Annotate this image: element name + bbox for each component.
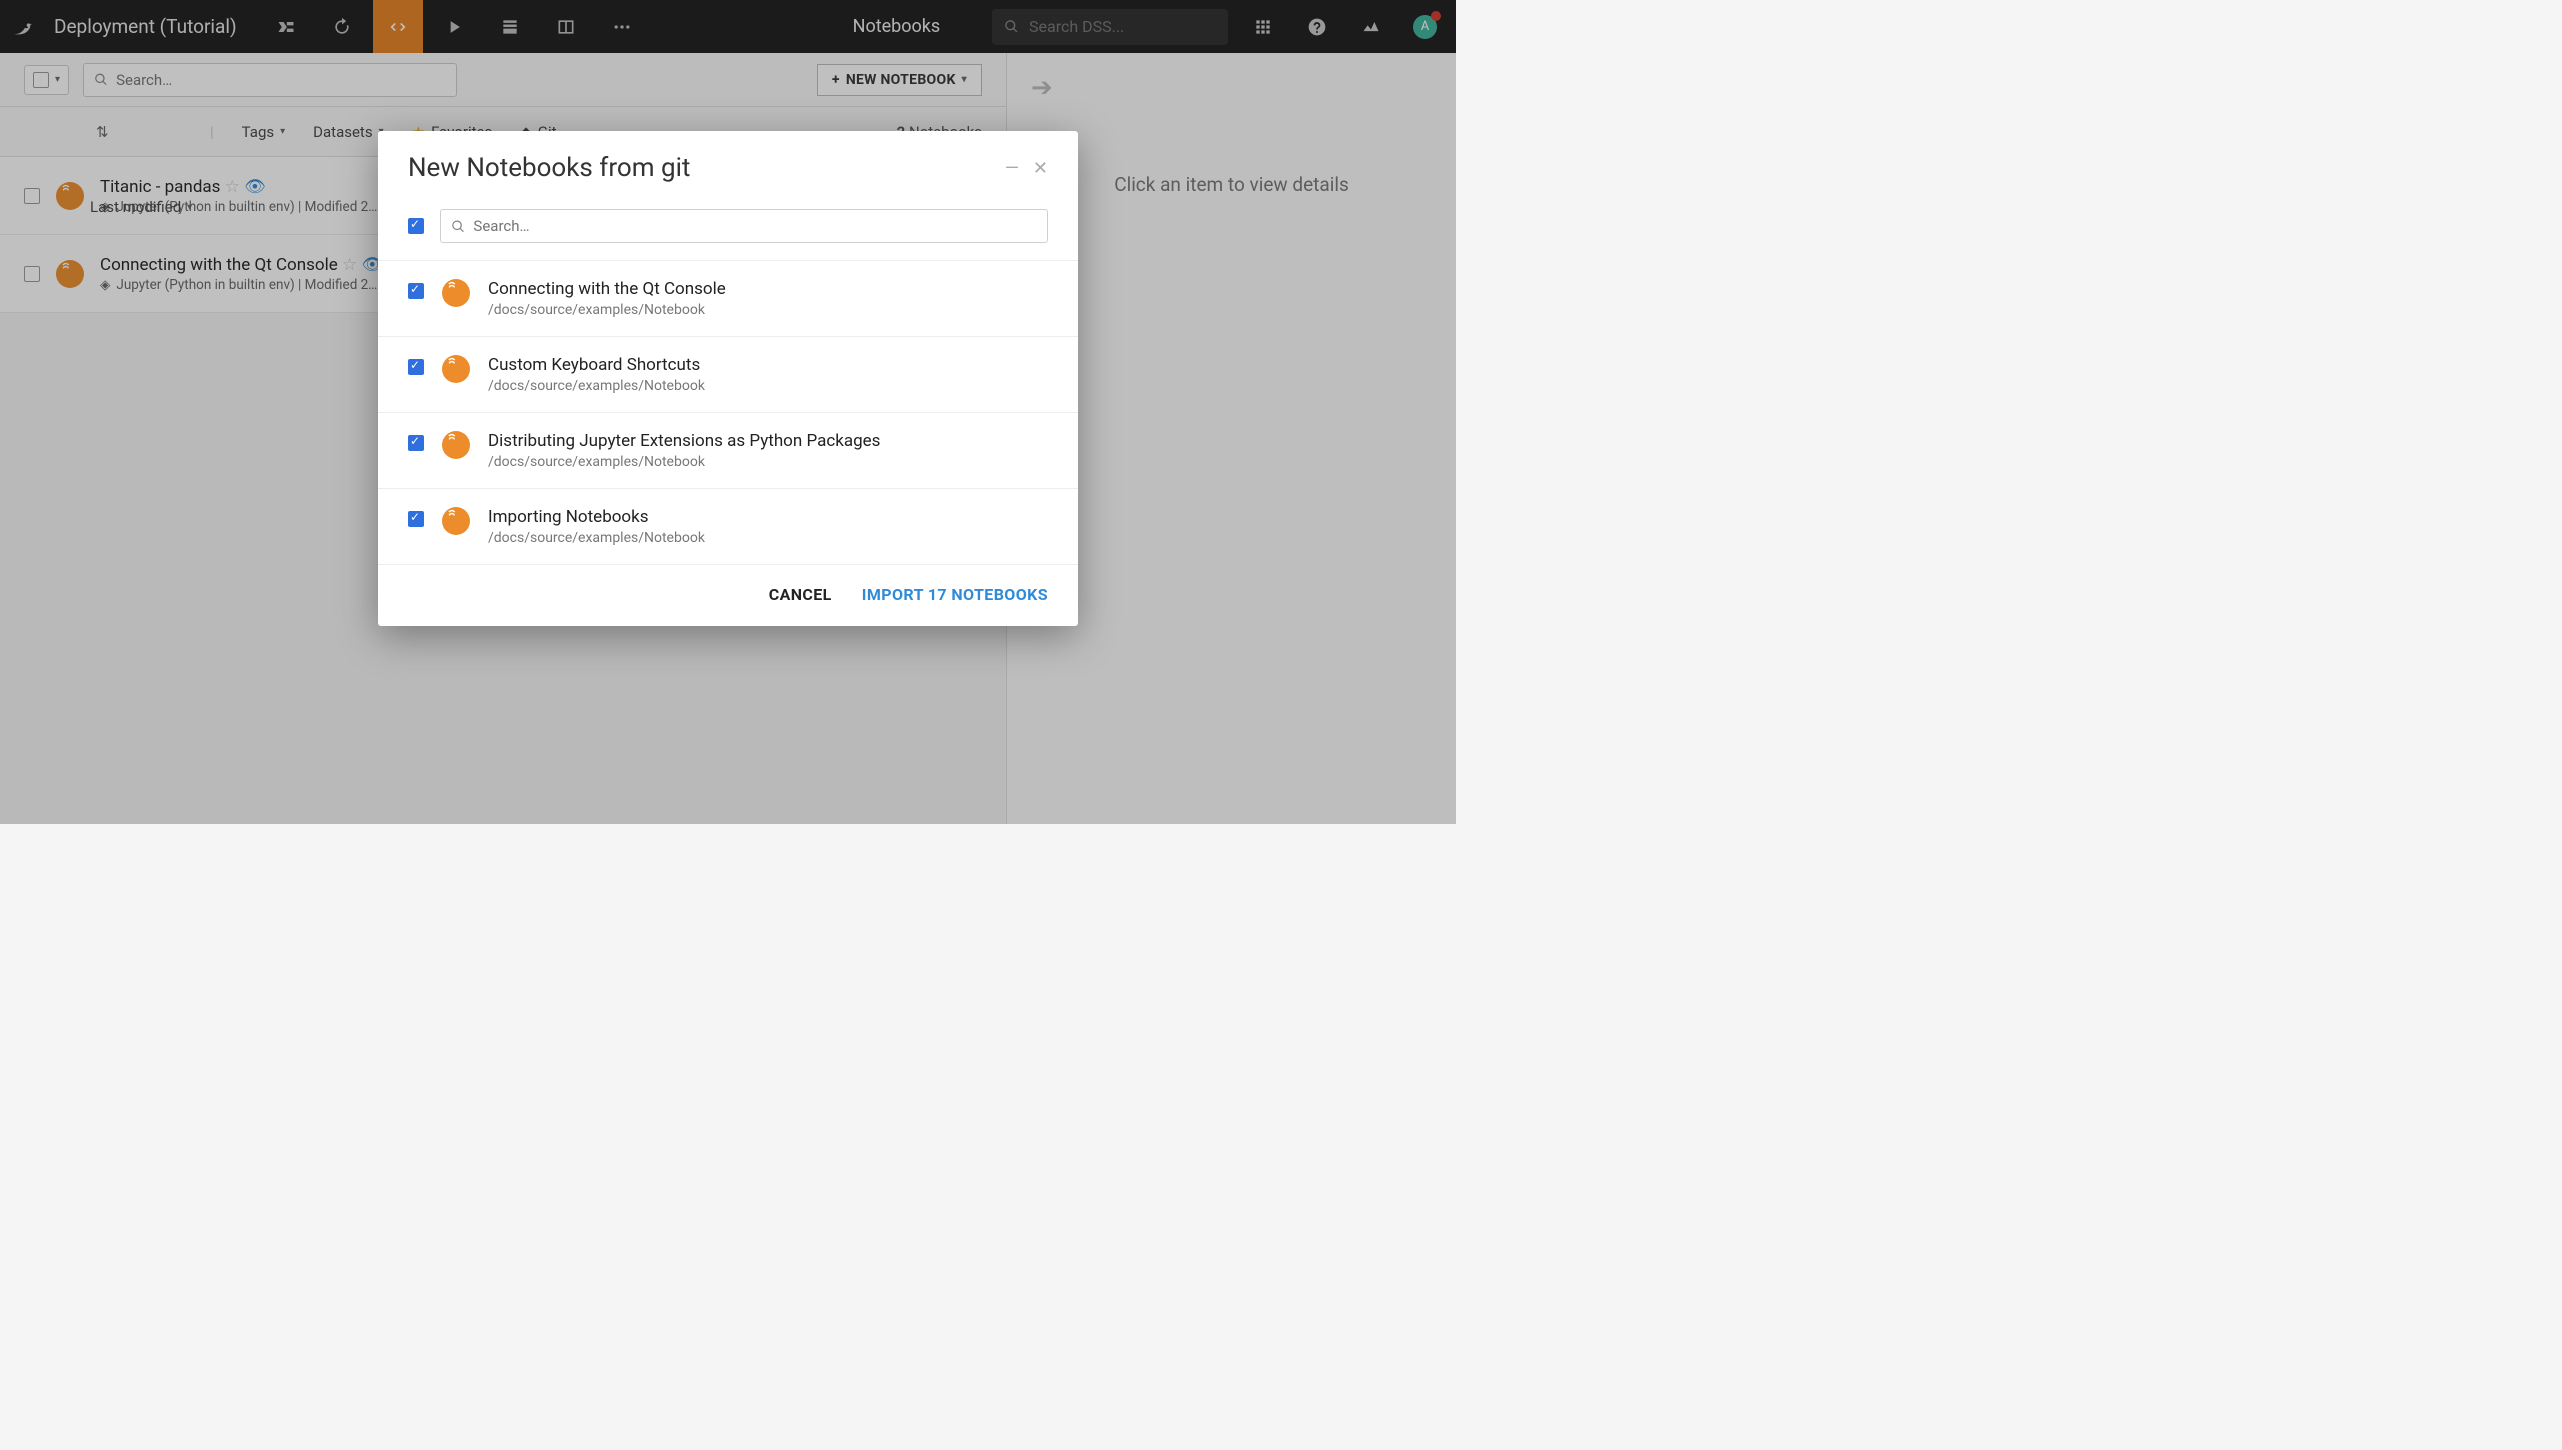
- import-git-modal: New Notebooks from git — ✕ ꩰ Connecting …: [378, 131, 1078, 626]
- modal-row-title: Connecting with the Qt Console: [488, 279, 726, 299]
- modal-search[interactable]: [440, 209, 1048, 243]
- row-checkbox[interactable]: [408, 359, 424, 375]
- modal-row-path: /docs/source/examples/Notebook: [488, 530, 705, 546]
- modal-row-path: /docs/source/examples/Notebook: [488, 378, 705, 394]
- modal-list: ꩰ Connecting with the Qt Console/docs/so…: [378, 260, 1078, 565]
- modal-row-title: Distributing Jupyter Extensions as Pytho…: [488, 431, 880, 451]
- minimize-icon[interactable]: —: [1005, 158, 1019, 179]
- modal-row[interactable]: ꩰ Importing Notebooks/docs/source/exampl…: [378, 489, 1078, 565]
- modal-row[interactable]: ꩰ Connecting with the Qt Console/docs/so…: [378, 261, 1078, 337]
- modal-row-path: /docs/source/examples/Notebook: [488, 454, 880, 470]
- modal-row-title: Custom Keyboard Shortcuts: [488, 355, 705, 375]
- search-icon: [451, 219, 465, 234]
- jupyter-icon: ꩰ: [442, 507, 470, 535]
- row-checkbox[interactable]: [408, 511, 424, 527]
- modal-row[interactable]: ꩰ Custom Keyboard Shortcuts/docs/source/…: [378, 337, 1078, 413]
- row-checkbox[interactable]: [408, 283, 424, 299]
- import-button[interactable]: IMPORT 17 NOTEBOOKS: [862, 585, 1048, 604]
- select-all-checkbox[interactable]: [408, 218, 424, 234]
- close-icon[interactable]: ✕: [1033, 158, 1048, 179]
- modal-search-input[interactable]: [473, 217, 1037, 235]
- modal-row-title: Importing Notebooks: [488, 507, 705, 527]
- jupyter-icon: ꩰ: [442, 431, 470, 459]
- jupyter-icon: ꩰ: [442, 279, 470, 307]
- modal-row[interactable]: ꩰ Distributing Jupyter Extensions as Pyt…: [378, 413, 1078, 489]
- jupyter-icon: ꩰ: [442, 355, 470, 383]
- row-checkbox[interactable]: [408, 435, 424, 451]
- modal-row-path: /docs/source/examples/Notebook: [488, 302, 726, 318]
- cancel-button[interactable]: CANCEL: [769, 585, 832, 604]
- modal-title: New Notebooks from git: [408, 153, 690, 183]
